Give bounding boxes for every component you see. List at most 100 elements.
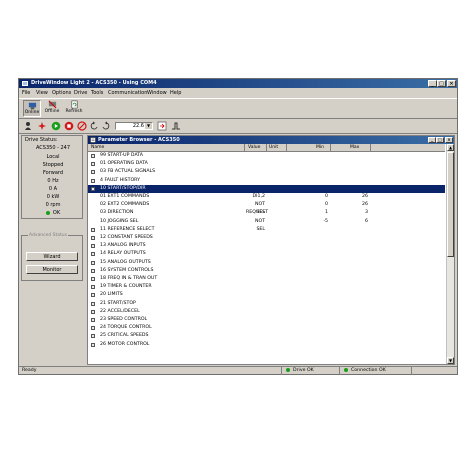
minimize-button[interactable]: _	[428, 80, 437, 87]
title-bar[interactable]: DriveWindow Light 2 - ACS350 - Using COM…	[19, 79, 457, 88]
ok-indicator-icon	[45, 210, 50, 215]
parameter-group-row[interactable]: 99 START-UP DATA	[88, 152, 445, 160]
scroll-down-icon[interactable]: ▼	[447, 357, 454, 364]
parameter-group-row[interactable]: 19 TIMER & COUNTER	[88, 283, 445, 291]
child-maximize-button[interactable]: □	[436, 137, 444, 143]
direction-reverse-icon[interactable]	[101, 121, 111, 131]
menu-tools[interactable]: Tools	[91, 89, 103, 97]
parameter-group-icon	[91, 342, 95, 347]
parameter-group-icon	[91, 162, 95, 167]
menu-help[interactable]: Help	[170, 89, 181, 97]
close-button[interactable]: ×	[447, 80, 456, 87]
parameter-group-row[interactable]: 15 ANALOG OUTPUTS	[88, 259, 445, 267]
parameter-browser-title-bar[interactable]: Parameter Browser - ACS350 _ □ ×	[88, 136, 454, 144]
col-max[interactable]: Max	[350, 144, 359, 151]
col-separator[interactable]	[330, 144, 331, 151]
menu-drive[interactable]: Drive	[74, 89, 87, 97]
parameter-name: 20 LIMITS	[100, 292, 123, 298]
status-direction: Forward	[42, 170, 64, 176]
status-ok: OK	[22, 210, 84, 216]
parameter-row[interactable]: 01 EXT1 COMMANDS DI1,2 0 26	[88, 193, 445, 201]
local-control-icon[interactable]	[23, 121, 33, 131]
menu-window[interactable]: Window	[147, 89, 167, 97]
parameter-group-row[interactable]: 03 FB ACTUAL SIGNALS	[88, 168, 445, 176]
parameter-group-icon	[91, 285, 95, 290]
child-close-button[interactable]: ×	[445, 137, 453, 143]
scroll-up-icon[interactable]: ▲	[447, 144, 454, 151]
col-unit[interactable]: Unit	[269, 144, 278, 151]
col-separator[interactable]	[286, 144, 287, 151]
menu-bar: File View Options Drive Tools Communicat…	[19, 89, 457, 97]
col-value[interactable]: Value	[248, 144, 260, 151]
parameter-group-row[interactable]: 20 LIMITS	[88, 291, 445, 299]
parameter-value: DI1,2	[252, 194, 265, 199]
online-button[interactable]: Online	[23, 100, 41, 117]
status-bar: Ready Drive OK Connection OK	[19, 366, 457, 375]
parameter-name: 4 FAULT HISTORY	[100, 177, 140, 183]
parameter-name: 16 SYSTEM CONTROLS	[100, 267, 154, 273]
parameter-group-row[interactable]: 21 START/STOP	[88, 300, 445, 308]
refresh-label: Refresh	[65, 109, 83, 114]
advanced-status-label: Advanced Status	[28, 233, 68, 238]
menu-file[interactable]: File	[22, 89, 30, 97]
parameter-group-row[interactable]: 25 CRITICAL SPEEDS	[88, 332, 445, 340]
scroll-thumb[interactable]	[447, 152, 454, 257]
parameter-group-row[interactable]: 12 CONSTANT SPEEDS	[88, 234, 445, 242]
col-separator[interactable]	[244, 144, 245, 151]
menu-communication[interactable]: Communication	[108, 89, 147, 97]
wizard-button[interactable]: Wizard	[26, 252, 78, 261]
stop-icon[interactable]	[64, 121, 74, 131]
parameter-row[interactable]: 10 JOGGING SEL NOT SEL -5 6	[88, 218, 445, 232]
step-response-icon[interactable]	[171, 121, 181, 131]
col-separator[interactable]	[266, 144, 267, 151]
parameter-group-row[interactable]: 22 ACCEL/DECEL	[88, 308, 445, 316]
parameter-name: 02 EXT2 COMMANDS	[100, 202, 150, 208]
parameter-group-row[interactable]: 18 FREQ IN & TRAN OUT	[88, 275, 445, 283]
parameter-max: 3	[365, 210, 368, 216]
chevron-down-icon[interactable]: ▼	[145, 123, 152, 129]
parameter-browser-window: Parameter Browser - ACS350 _ □ × Name Va…	[87, 135, 455, 365]
monitor-button[interactable]: Monitor	[26, 265, 78, 274]
start-icon[interactable]	[51, 121, 61, 131]
col-separator[interactable]	[370, 144, 371, 151]
parameter-group-row[interactable]: 13 ANALOG INPUTS	[88, 242, 445, 250]
parameter-group-row[interactable]: 24 TORQUE CONTROL	[88, 324, 445, 332]
parameter-group-icon	[91, 277, 95, 281]
status-frequency: 0 Hz	[47, 178, 59, 184]
parameter-group-row[interactable]: 11 REFERENCE SELECT	[88, 226, 445, 234]
maximize-button[interactable]: □	[437, 80, 446, 87]
parameter-min: 0	[325, 194, 328, 199]
parameter-name: 13 ANALOG INPUTS	[100, 243, 146, 249]
reset-fault-icon[interactable]	[37, 121, 47, 131]
parameter-min: -5	[323, 218, 328, 224]
menu-view[interactable]: View	[36, 89, 48, 97]
parameter-group-icon	[91, 260, 95, 265]
reference-input[interactable]: 22.6 ▼	[115, 122, 153, 130]
coast-stop-icon[interactable]	[77, 121, 87, 131]
vertical-scrollbar[interactable]: ▲ ▼	[446, 144, 454, 364]
parameter-group-row[interactable]: 16 SYSTEM CONTROLS	[88, 267, 445, 275]
parameter-group-icon	[91, 318, 95, 322]
col-min[interactable]: Min	[316, 144, 324, 151]
parameter-name: 10 START/STOP/DIR	[100, 185, 146, 191]
parameter-group-row[interactable]: 10 START/STOP/DIR	[88, 184, 445, 193]
send-reference-icon[interactable]	[157, 121, 167, 131]
parameter-group-row[interactable]: 4 FAULT HISTORY	[88, 177, 445, 185]
parameter-group-row[interactable]: 01 OPERATING DATA	[88, 160, 445, 168]
parameter-group-row[interactable]: 23 SPEED CONTROL	[88, 316, 445, 324]
parameter-name: 12 CONSTANT SPEEDS	[100, 235, 153, 240]
parameter-group-row[interactable]: 14 RELAY OUTPUTS	[88, 250, 445, 258]
refresh-icon	[70, 100, 78, 109]
child-minimize-button[interactable]: _	[428, 137, 436, 143]
col-name[interactable]: Name	[91, 144, 104, 151]
direction-forward-icon[interactable]	[89, 121, 99, 131]
parameter-row[interactable]: 03 DIRECTION REQUEST 1 3	[88, 209, 445, 217]
parameter-name: 21 START/STOP	[100, 300, 136, 306]
status-current: 0 A	[48, 186, 58, 192]
offline-button[interactable]: Offline	[43, 100, 61, 117]
refresh-button[interactable]: Refresh	[65, 100, 83, 117]
menu-options[interactable]: Options	[52, 89, 71, 97]
parameter-group-row[interactable]: 26 MOTOR CONTROL	[88, 341, 445, 349]
parameter-row[interactable]: 02 EXT2 COMMANDS NOT SEL 0 26	[88, 201, 445, 215]
app-icon	[22, 81, 28, 86]
